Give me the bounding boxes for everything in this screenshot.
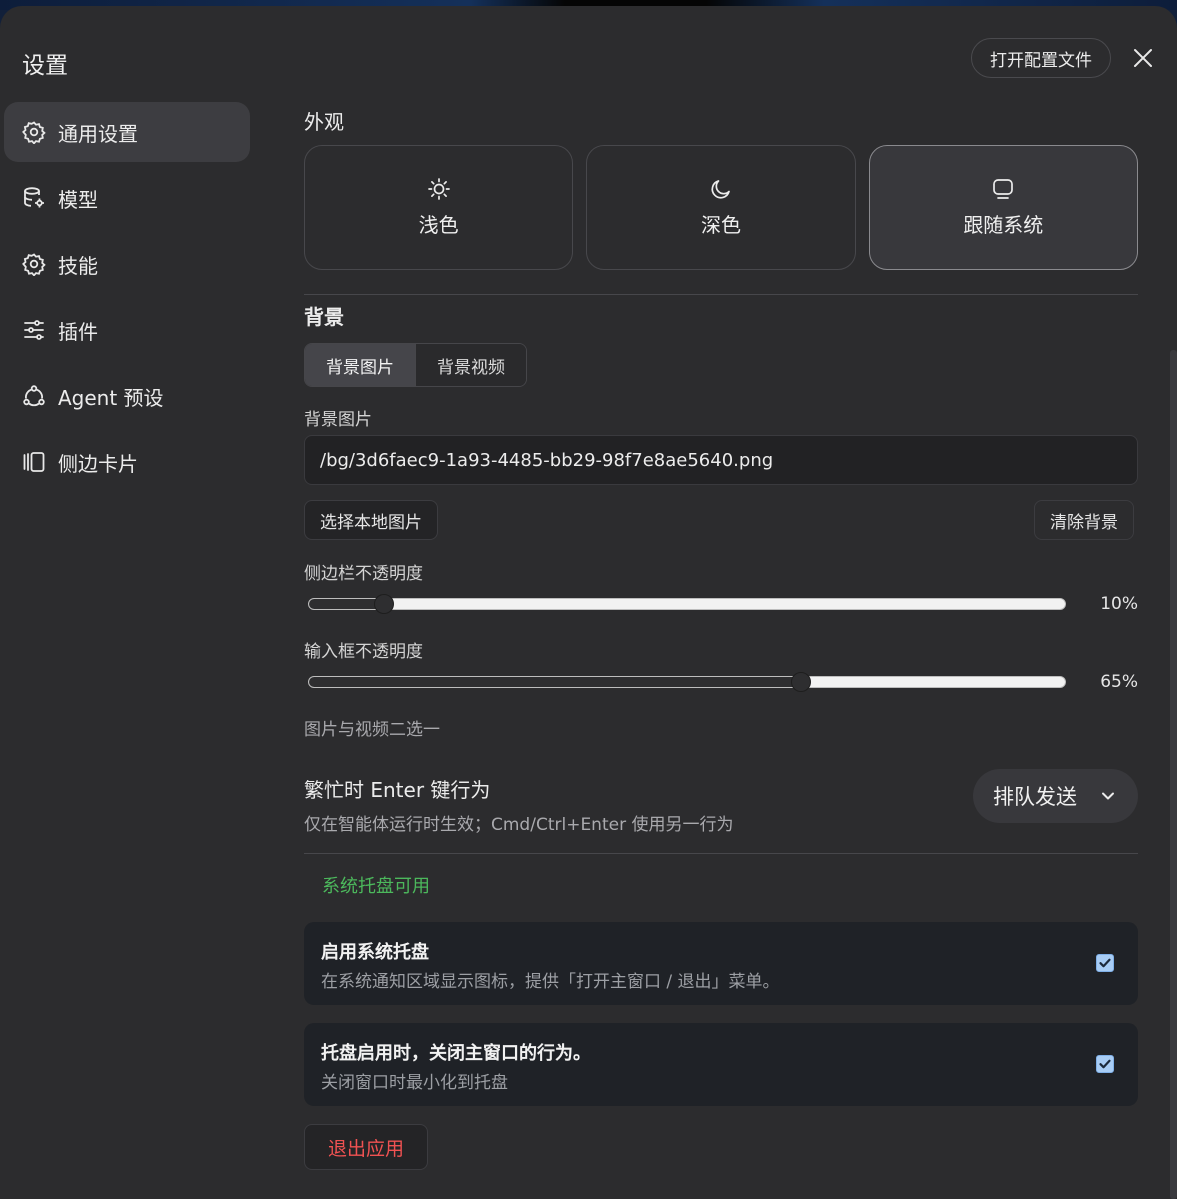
enter-behavior-subtitle: 仅在智能体运行时生效；Cmd/Ctrl+Enter 使用另一行为 [304, 815, 734, 835]
clear-background-button[interactable]: 清除背景 [1034, 500, 1134, 540]
enable-tray-checkbox[interactable] [1096, 954, 1114, 972]
sidebar-opacity-label: 侧边栏不透明度 [304, 564, 423, 584]
gear-icon [22, 252, 46, 276]
sidebar-item-label: 通用设置 [58, 121, 138, 146]
input-opacity-label: 输入框不透明度 [304, 642, 423, 662]
theme-option-label: 跟随系统 [963, 213, 1044, 237]
close-behavior-title: 托盘启用时，关闭主窗口的行为。 [321, 1043, 591, 1064]
slider-track [308, 598, 1066, 610]
close-behavior-checkbox[interactable] [1096, 1055, 1114, 1073]
background-image-label: 背景图片 [304, 410, 372, 430]
slider-thumb[interactable] [790, 672, 811, 692]
sidebar-opacity-slider[interactable] [308, 594, 1066, 614]
agent-network-icon [22, 384, 46, 408]
sidebar-item-plugins[interactable]: 插件 [4, 300, 250, 360]
tab-background-video[interactable]: 背景视频 [415, 344, 526, 386]
enable-tray-card: 启用系统托盘 在系统通知区域显示图标，提供「打开主窗口 / 退出」菜单。 [304, 922, 1138, 1005]
background-image-path-input[interactable] [304, 435, 1138, 485]
chevron-down-icon [1102, 792, 1114, 800]
side-card-icon [22, 450, 46, 474]
section-divider [304, 853, 1138, 854]
sidebar-item-skills[interactable]: 技能 [4, 234, 250, 294]
settings-dialog: 设置 打开配置文件 通用设置 模型 技能 插件 Agent 预设 侧边卡片 外观… [0, 6, 1177, 1199]
scrollbar[interactable] [1170, 350, 1177, 1199]
settings-content: 外观 浅色 深色 跟随系统 背景 背景图片 背景视频 背景图片 /bg/3d6f… [304, 6, 1138, 1199]
input-opacity-slider[interactable] [308, 672, 1066, 692]
background-type-tabs: 背景图片 背景视频 [304, 343, 527, 387]
sidebar-item-label: 侧边卡片 [58, 451, 138, 476]
slider-thumb[interactable] [373, 594, 394, 614]
sidebar-item-side-cards[interactable]: 侧边卡片 [4, 432, 250, 492]
enable-tray-title: 启用系统托盘 [321, 942, 429, 963]
sliders-icon [22, 318, 46, 342]
gear-icon [22, 120, 46, 144]
sidebar-item-agent-presets[interactable]: Agent 预设 [4, 366, 250, 426]
close-behavior-subtitle: 关闭窗口时最小化到托盘 [321, 1073, 508, 1093]
appearance-title: 外观 [304, 110, 344, 134]
sidebar-opacity-value: 10% [1100, 594, 1138, 614]
sidebar-item-models[interactable]: 模型 [4, 168, 250, 228]
theme-option-dark[interactable]: 深色 [586, 145, 856, 270]
slider-fill [309, 677, 802, 687]
sidebar-item-label: 技能 [58, 253, 98, 278]
sun-icon [427, 177, 451, 201]
theme-option-light[interactable]: 浅色 [304, 145, 574, 270]
input-opacity-value: 65% [1100, 672, 1138, 692]
close-behavior-card: 托盘启用时，关闭主窗口的行为。 关闭窗口时最小化到托盘 [304, 1023, 1138, 1106]
sidebar-item-general[interactable]: 通用设置 [4, 102, 250, 162]
monitor-icon [991, 177, 1015, 201]
theme-option-system[interactable]: 跟随系统 [868, 145, 1138, 270]
enter-behavior-select[interactable]: 排队发送 [973, 769, 1138, 823]
sidebar-item-label: 模型 [58, 187, 98, 212]
settings-sidebar: 通用设置 模型 技能 插件 Agent 预设 侧边卡片 [4, 102, 250, 498]
database-gear-icon [22, 186, 46, 210]
checkmark-icon [1099, 1059, 1111, 1069]
background-hint: 图片与视频二选一 [304, 720, 440, 740]
theme-options: 浅色 深色 跟随系统 [304, 145, 1138, 270]
exit-app-button[interactable]: 退出应用 [304, 1124, 428, 1170]
enable-tray-subtitle: 在系统通知区域显示图标，提供「打开主窗口 / 退出」菜单。 [321, 972, 780, 992]
checkmark-icon [1099, 958, 1111, 968]
theme-option-label: 深色 [700, 213, 741, 237]
background-title: 背景 [304, 305, 344, 329]
tab-background-image[interactable]: 背景图片 [305, 344, 415, 386]
dialog-title: 设置 [22, 53, 68, 79]
slider-track [308, 676, 1066, 688]
select-value: 排队发送 [993, 785, 1077, 809]
moon-icon [709, 177, 733, 201]
sidebar-item-label: 插件 [58, 319, 98, 344]
enter-behavior-title: 繁忙时 Enter 键行为 [304, 778, 491, 802]
choose-local-image-button[interactable]: 选择本地图片 [304, 500, 438, 540]
sidebar-item-label: Agent 预设 [58, 385, 164, 410]
theme-option-label: 浅色 [418, 213, 459, 237]
tray-status: 系统托盘可用 [322, 876, 430, 897]
section-divider [304, 294, 1138, 295]
